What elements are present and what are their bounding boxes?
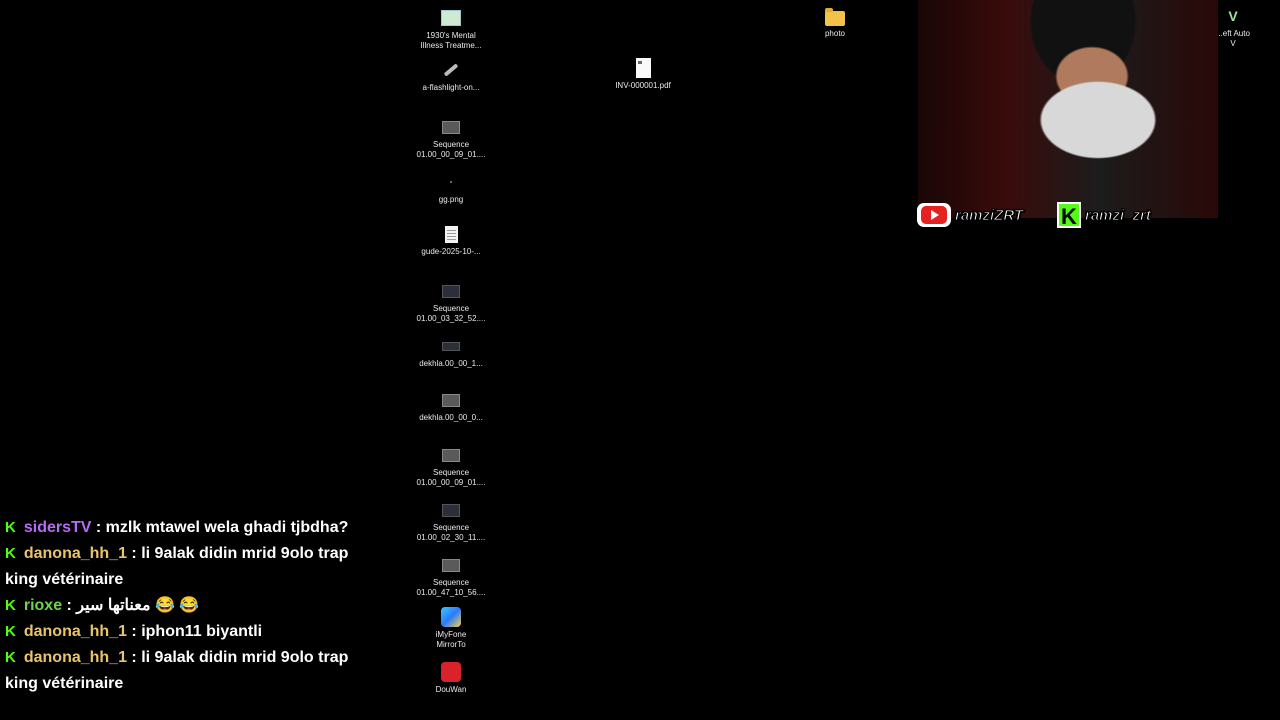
imyfone-app-icon [441,607,461,627]
chat-overlay: KsidersTV : mzlk mtawel wela ghadi tjbdh… [5,515,385,697]
chat-message: Kdanona_hh_1 : li 9alak didin mrid 9olo … [5,541,385,593]
chat-username: rioxe [23,597,63,614]
youtube-badge: ramziZRT [917,202,1024,228]
kick-badge: K ramzi_zrt [1057,202,1152,229]
kick-handle: ramzi_zrt [1085,206,1152,224]
kick-icon: K [5,597,16,614]
video-thumbnail-icon [441,555,461,575]
desktop-icon-label: photo [824,29,846,38]
folder-icon [825,6,845,26]
kick-icon: K [5,519,16,536]
desktop-icon-label: dekhla.00_00_1... [419,359,483,368]
desktop-icon-dekhla-1[interactable]: dekhla.00_00_1... [411,336,491,369]
video-thumbnail-icon [441,336,461,356]
desktop-icon-label: DouWan [435,685,467,694]
kick-icon: K [5,649,16,666]
desktop-icon-label: dekhla.00_00_0... [419,413,483,422]
desktop-icon-label: gg.png [438,195,464,204]
desktop-icon-douwan[interactable]: DouWan [411,662,491,695]
desktop-icon-gg-png[interactable]: gg.png [411,172,491,205]
desktop-icon-imyfone[interactable]: iMyFone MirrorTo [411,607,491,650]
desktop-icon-sequence-5[interactable]: Sequence 01.00_47_10_56.... [411,555,491,598]
kick-icon: K [5,623,16,640]
desktop-icon-label: Sequence 01.00_02_30_11.... [416,523,486,542]
chat-text: : معناتها سير 😂 😂 [62,597,200,614]
chat-text: : mzlk mtawel wela ghadi tjbdha? [91,519,349,536]
desktop-icon-label: Sequence 01.00_00_09_01.... [416,468,486,487]
webcam-overlay [918,0,1218,218]
youtube-icon [917,203,951,227]
chat-username: sidersTV [23,519,92,536]
desktop-icon-label: INV-000001.pdf [615,81,671,90]
image-file-icon [441,8,461,28]
desktop-icon-label: Sequence 01.00_47_10_56.... [416,578,486,597]
chat-username: danona_hh_1 [23,623,127,640]
desktop-icon-dekhla-2[interactable]: dekhla.00_00_0... [411,390,491,423]
desktop-icon-label: Sequence 01.00_03_32_52.... [416,304,486,323]
desktop-icon-sequence-4[interactable]: Sequence 01.00_02_30_11.... [411,500,491,543]
desktop-icon-label: iMyFone MirrorTo [435,630,467,649]
chat-username: danona_hh_1 [23,545,127,562]
desktop-icon-label: a-flashlight-on... [422,83,480,92]
desktop-icon-label: gude-2025-10-... [421,247,481,256]
video-thumbnail-icon [441,500,461,520]
desktop-icon-sequence-2[interactable]: Sequence 01.00_03_32_52.... [411,281,491,324]
kick-icon: K [1057,202,1081,229]
document-icon [441,224,461,244]
video-thumbnail-icon [441,281,461,301]
chat-message: Kdanona_hh_1 : iphon11 biyantli [5,619,385,645]
chat-message: Kdanona_hh_1 : li 9alak didin mrid 9olo … [5,645,385,697]
flashlight-image-icon [441,60,461,80]
chat-text: : iphon11 biyantli [126,623,263,640]
desktop-icon-gude[interactable]: gude-2025-10-... [411,224,491,257]
desktop-icon-label: 1930's Mental Illness Treatme... [420,31,482,50]
desktop-icon-flashlight[interactable]: a-flashlight-on... [411,60,491,93]
chat-username: danona_hh_1 [23,649,127,666]
desktop-icon-label: Sequence 01.00_00_09_01.... [416,140,486,159]
video-thumbnail-icon [441,390,461,410]
video-thumbnail-icon [441,445,461,465]
desktop-icon-photo-folder[interactable]: photo [795,6,875,39]
desktop-icon-sequence-3[interactable]: Sequence 01.00_00_09_01.... [411,445,491,488]
desktop-icon-mental-illness[interactable]: 1930's Mental Illness Treatme... [411,8,491,51]
pdf-file-icon [633,58,653,78]
kick-icon: K [5,545,16,562]
gta-app-icon: V [1228,8,1238,24]
desktop-icon-invoice-pdf[interactable]: INV-000001.pdf [603,58,683,91]
png-file-icon [441,172,461,192]
douwan-app-icon [441,662,461,682]
desktop-icon-sequence-1[interactable]: Sequence 01.00_00_09_01.... [411,117,491,160]
chat-message: Krioxe : معناتها سير 😂 😂 [5,593,385,619]
chat-message: KsidersTV : mzlk mtawel wela ghadi tjbdh… [5,515,385,541]
video-thumbnail-icon [441,117,461,137]
youtube-handle: ramziZRT [954,206,1024,224]
